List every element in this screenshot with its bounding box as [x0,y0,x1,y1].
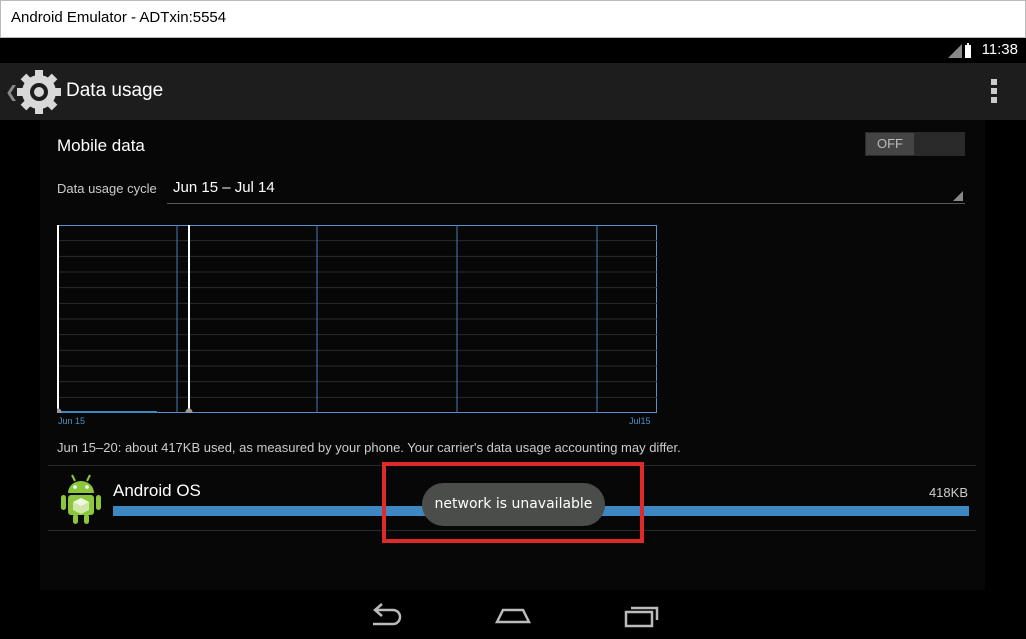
action-bar: ❮ Data usage [0,63,1026,120]
chart-sweep-end-handle [185,408,193,413]
app-name: Android OS [113,481,201,500]
window-title-bar: Android Emulator - ADTxin:5554 [0,0,1026,38]
recent-apps-icon[interactable] [620,598,664,630]
chart-sweep-start-handle [57,408,62,413]
cycle-value: Jun 15 – Jul 14 [173,179,275,196]
back-icon[interactable] [363,598,407,630]
app-size: 418KB [928,485,968,500]
gear-icon[interactable] [16,69,62,115]
page-title: Data usage [66,80,164,101]
chart-grid [57,225,657,413]
cycle-spinner[interactable]: Jun 15 – Jul 14 [167,174,965,204]
android-robot-icon [61,474,101,524]
status-bar: 11:38 [0,38,1026,63]
home-icon[interactable] [491,598,535,630]
signal-icon [948,43,971,58]
chart-tick-start: Jun 15 [58,416,86,426]
spinner-arrow-icon [953,191,963,201]
status-clock: 11:38 [981,41,1018,58]
mobile-data-toggle[interactable]: OFF [865,132,965,156]
navigation-bar [0,590,1026,639]
usage-chart[interactable] [57,225,657,413]
highlight-box [382,462,644,543]
overflow-menu-icon[interactable] [990,79,998,105]
chart-tick-end: Jul15 [629,416,651,426]
mobile-data-label: Mobile data [57,136,145,155]
cycle-label: Data usage cycle [57,181,157,196]
window-title: Android Emulator - ADTxin:5554 [11,9,227,26]
usage-summary: Jun 15–20: about 417KB used, as measured… [57,440,681,455]
toggle-state: OFF [866,133,914,155]
